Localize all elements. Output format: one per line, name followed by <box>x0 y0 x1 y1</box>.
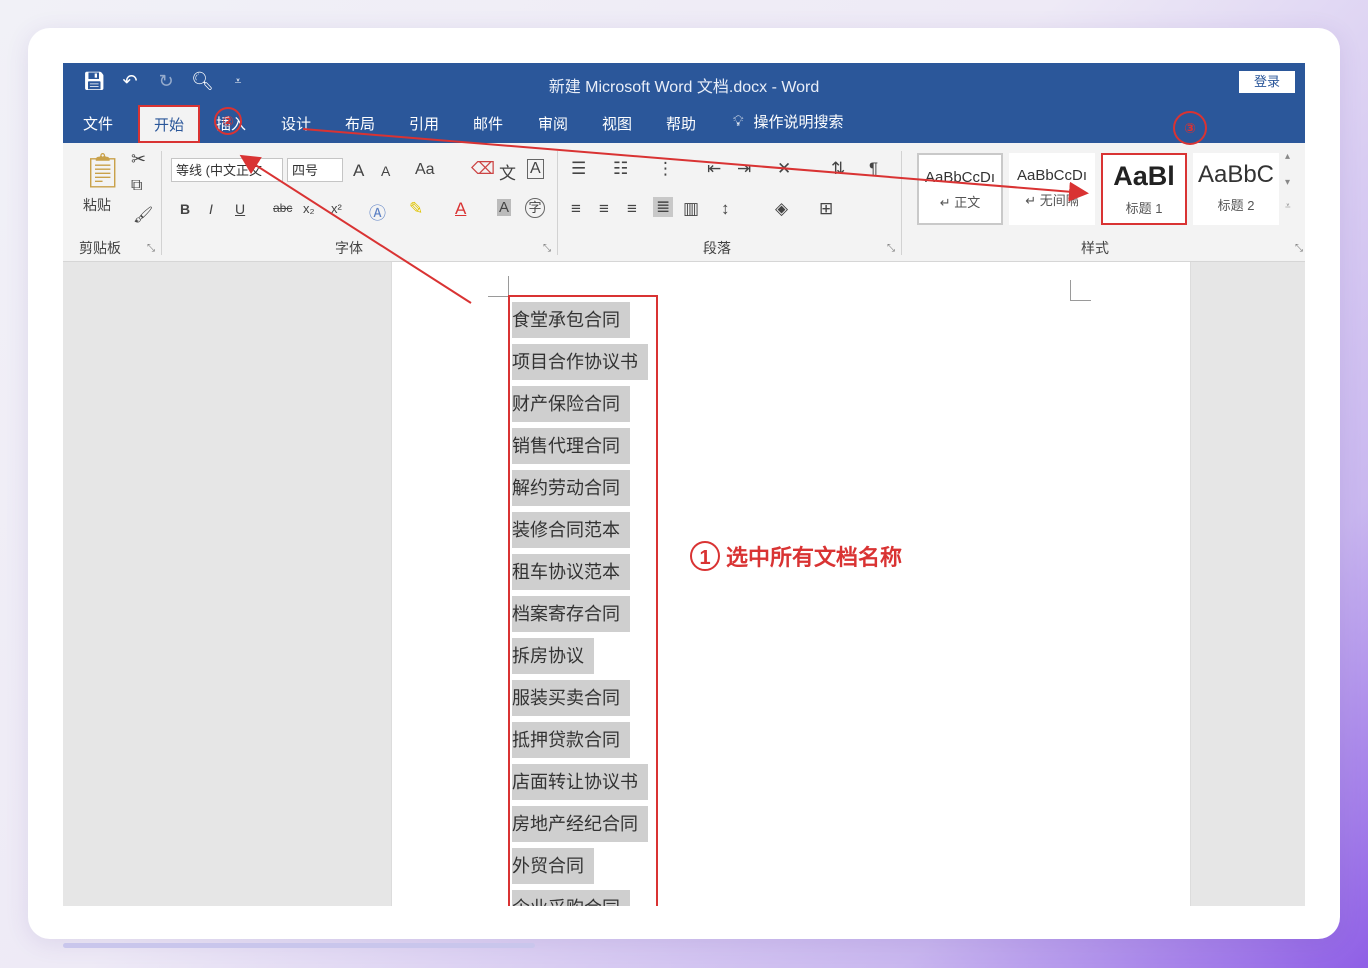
styles-group-label: 样式 <box>1081 240 1109 256</box>
sort-icon[interactable]: ⇅ <box>831 159 845 179</box>
tell-me-label: 操作说明搜索 <box>753 114 844 131</box>
style-name: ↵ 正文 <box>939 195 981 210</box>
char-border-button[interactable]: A <box>527 159 544 179</box>
copy-icon[interactable]: ⧉ <box>131 177 142 195</box>
tab-view[interactable]: 视图 <box>602 113 632 134</box>
italic-button[interactable]: I <box>209 201 213 217</box>
style-no-spacing[interactable]: AaBbCcDı ↵ 无间隔 <box>1009 153 1095 225</box>
paste-label[interactable]: 粘贴 <box>83 195 111 215</box>
title-bar: 💾︎ ↶ ↻ 🔍︎ ⩡ 新建 Microsoft Word 文档.docx - … <box>63 63 1305 103</box>
paragraph-group-label: 段落 <box>703 240 731 256</box>
style-heading-1[interactable]: AaBl 标题 1 <box>1101 153 1187 225</box>
tab-file[interactable]: 文件 <box>83 113 113 134</box>
line-spacing-icon[interactable]: ↕ <box>721 199 730 219</box>
styles-scroll-down-icon[interactable]: ▾ <box>1285 177 1290 188</box>
tab-mailings[interactable]: 邮件 <box>473 113 503 134</box>
tab-help[interactable]: 帮助 <box>666 113 696 134</box>
decrease-indent-icon[interactable]: ⇤ <box>707 159 721 179</box>
underline-button[interactable]: U <box>235 201 245 217</box>
paragraph-launcher-icon[interactable]: ⤡ <box>887 243 895 254</box>
style-name: 标题 1 <box>1125 201 1163 216</box>
group-separator <box>557 151 558 255</box>
chinese-layout-icon[interactable]: ✕ <box>777 159 791 179</box>
margin-corner-mark <box>1070 280 1091 301</box>
ribbon-tabs: 文件 开始 插入 设计 布局 引用 邮件 审阅 视图 帮助 💡︎ 操作说明搜索 <box>63 103 1305 143</box>
styles-launcher-icon[interactable]: ⤡ <box>1295 243 1303 254</box>
window-title: 新建 Microsoft Word 文档.docx - Word <box>548 79 820 96</box>
change-case-button[interactable]: Aa <box>415 161 435 179</box>
superscript-button[interactable]: x² <box>331 201 342 216</box>
margin-corner-mark <box>488 276 509 297</box>
shrink-font-button[interactable]: A <box>381 163 390 179</box>
clipboard-launcher-icon[interactable]: ⤡ <box>147 243 155 254</box>
group-separator <box>901 151 902 255</box>
increase-indent-icon[interactable]: ⇥ <box>737 159 751 179</box>
style-sample: AaBbCcDı <box>1016 167 1088 184</box>
phonetic-guide-button[interactable]: 文 <box>499 159 516 184</box>
tab-home[interactable]: 开始 <box>138 105 201 143</box>
align-center-icon[interactable]: ≡ <box>599 199 609 219</box>
clear-format-icon[interactable]: ⌫ <box>471 159 495 179</box>
tab-layout[interactable]: 布局 <box>345 113 375 134</box>
style-sample: AaBl <box>1113 161 1175 191</box>
step1-number: 1 <box>690 541 720 571</box>
step2-marker: ② <box>214 107 242 135</box>
borders-icon[interactable]: ⊞ <box>819 199 833 219</box>
clipboard-group-label: 剪贴板 <box>79 240 121 256</box>
subscript-button[interactable]: x₂ <box>303 201 315 216</box>
strikethrough-button[interactable]: abc <box>273 201 292 215</box>
font-group-label: 字体 <box>335 240 363 256</box>
styles-scroll-up-icon[interactable]: ▴ <box>1285 151 1290 162</box>
font-size-field[interactable]: 四号 <box>287 158 343 182</box>
style-sample: AaBbC <box>1197 161 1275 188</box>
login-button[interactable]: 登录 <box>1239 71 1295 93</box>
format-painter-icon[interactable]: 🖌︎ <box>133 205 153 225</box>
bold-button[interactable]: B <box>180 201 190 217</box>
multilevel-list-icon[interactable]: ⋮ <box>657 159 674 179</box>
cut-icon[interactable]: ✂ <box>131 149 146 170</box>
font-name-field[interactable]: 等线 (中文正文 <box>171 158 283 182</box>
char-shading-button[interactable]: A <box>497 199 512 216</box>
grow-font-button[interactable]: A <box>353 161 364 181</box>
style-name: 标题 2 <box>1217 198 1255 213</box>
align-left-icon[interactable]: ≡ <box>571 199 581 219</box>
lightbulb-icon: 💡︎ <box>733 113 744 130</box>
bullets-icon[interactable]: ☰ <box>571 159 586 179</box>
text-effects-icon[interactable]: Ⓐ <box>369 199 386 224</box>
selection-highlight-box <box>508 295 658 906</box>
document-page[interactable]: 食堂承包合同 项目合作协议书 财产保险合同 销售代理合同 解约劳动合同 装修合同范本 租车协… <box>391 262 1191 906</box>
tab-review[interactable]: 审阅 <box>538 113 568 134</box>
highlight-icon[interactable]: ✎ <box>409 199 423 219</box>
ribbon-home: 📋︎ 粘贴 ✂ ⧉ 🖌︎ 剪贴板 ⤡ 等线 (中文正文 四号 A A Aa ⌫ … <box>63 143 1305 262</box>
word-window: 💾︎ ↶ ↻ 🔍︎ ⩡ 新建 Microsoft Word 文档.docx - … <box>63 63 1305 906</box>
group-separator <box>161 151 162 255</box>
step1-text: 选中所有文档名称 <box>726 545 903 570</box>
scroll-indicator[interactable] <box>63 943 535 948</box>
styles-more-icon[interactable]: ⩡ <box>1285 201 1291 212</box>
styles-gallery: AaBbCcDı ↵ 正文 AaBbCcDı ↵ 无间隔 AaBl 标题 1 A… <box>913 149 1293 229</box>
style-heading-2[interactable]: AaBbC 标题 2 <box>1193 153 1279 225</box>
style-name: ↵ 无间隔 <box>1025 193 1079 208</box>
font-color-button[interactable]: A <box>455 199 466 219</box>
style-normal[interactable]: AaBbCcDı ↵ 正文 <box>917 153 1003 225</box>
style-sample: AaBbCcDı <box>924 169 996 186</box>
distributed-icon[interactable]: ▥ <box>683 199 699 219</box>
align-right-icon[interactable]: ≡ <box>627 199 637 219</box>
show-marks-icon[interactable]: ¶ <box>869 159 878 179</box>
enclose-char-button[interactable]: 字 <box>525 198 545 218</box>
paste-icon[interactable]: 📋︎ <box>81 151 124 191</box>
numbering-icon[interactable]: ☷ <box>613 159 628 179</box>
step3-marker: ③ <box>1173 111 1207 145</box>
tell-me-search[interactable]: 💡︎ 操作说明搜索 <box>733 111 844 132</box>
tab-design[interactable]: 设计 <box>281 113 311 134</box>
step1-annotation: 1 选中所有文档名称 <box>690 540 902 572</box>
font-launcher-icon[interactable]: ⤡ <box>543 243 551 254</box>
tab-references[interactable]: 引用 <box>409 113 439 134</box>
justify-icon[interactable]: ≣ <box>653 197 674 217</box>
shading-icon[interactable]: ◈ <box>775 199 788 219</box>
